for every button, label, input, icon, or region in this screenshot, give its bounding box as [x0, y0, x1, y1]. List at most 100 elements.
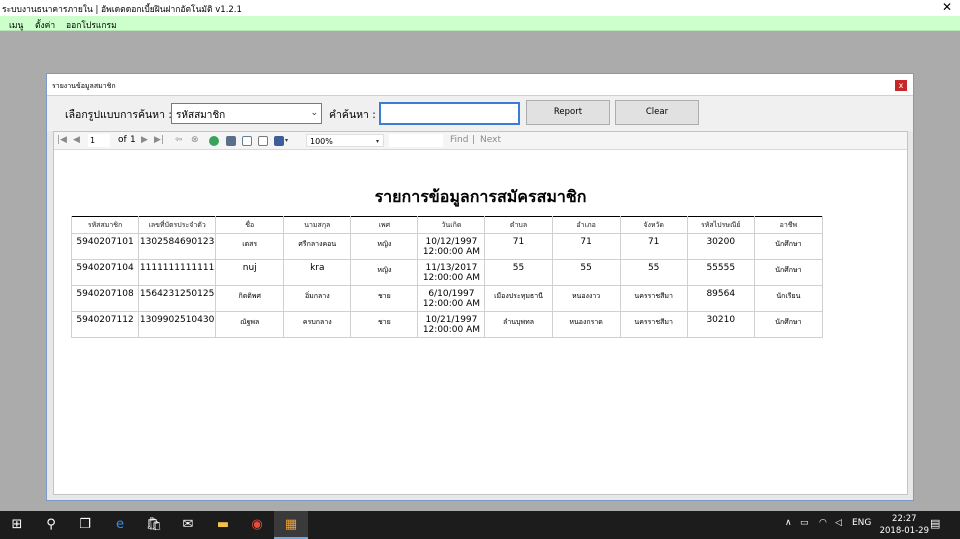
last-page-icon[interactable]: ▶| [154, 135, 164, 146]
of-label: of [118, 135, 127, 145]
system-clock[interactable]: 22:27 2018-01-29 [880, 513, 929, 537]
table-cell: ชาย [350, 311, 419, 338]
table-cell: 1111111111111 [138, 259, 217, 286]
app-taskbar-icon[interactable]: ▦ [274, 511, 308, 539]
report-viewer: |◀ ◀ 1 of 1 ▶ ▶| ⇦ ⊗ ▾ 100% ▾ Find | Nex… [53, 131, 908, 495]
chevron-down-icon: ⌄ [310, 108, 318, 118]
table-column-header: อาชีพ [753, 216, 824, 234]
clock-time: 22:27 [892, 514, 917, 524]
refresh-icon[interactable] [209, 136, 219, 146]
back-icon[interactable]: ⇦ [175, 135, 183, 146]
table-row: 5940207108 1564231250125 กิตติพศ อิ่มกลาง ชา… [70, 285, 824, 312]
table-cell: ลำนบุพทล [484, 311, 553, 338]
table-cell: นักศึกษา [753, 311, 824, 338]
next-link[interactable]: Next [480, 135, 501, 146]
table-column-header: รหัสไปรษณีย์ [686, 216, 755, 234]
app-titlebar: ระบบงานธนาคารภายใน | อัพเดตดอกเบี้ยฝินฝา… [0, 0, 960, 16]
table-cell: หญิง [350, 259, 419, 286]
table-column-header: ชื่อ [215, 216, 285, 234]
stop-icon[interactable]: ⊗ [191, 135, 199, 146]
table-cell: 55 [619, 259, 688, 286]
table-cell: หญิง [350, 233, 419, 260]
table-cell: หนองงาว [551, 285, 621, 312]
page-number-input[interactable]: 1 [88, 134, 110, 147]
table-cell: 1302584690123 [138, 233, 217, 260]
store-icon[interactable]: 🛍 [137, 511, 171, 539]
report-window-title: รายงานข้อมูลสมาชิก [52, 82, 116, 90]
language-indicator[interactable]: ENG [852, 518, 871, 528]
table-cell: 55555 [686, 259, 755, 286]
table-cell: 6/10/1997 12:00:00 AM [417, 285, 486, 312]
search-mode-select[interactable]: รหัสสมาชิก ⌄ [171, 103, 322, 124]
table-cell: เตสร [215, 233, 285, 260]
table-cell: 55 [551, 259, 621, 286]
table-cell: นครราชสีมา [619, 285, 688, 312]
table-row: 5940207104 1111111111111 nuj kra หญิง 11/13/2… [70, 259, 824, 286]
member-report-window: รายงานข้อมูลสมาชิก x เลือกรูปแบบการค้นหา… [46, 73, 914, 501]
export-icon[interactable] [274, 136, 284, 146]
report-window-close-button[interactable]: x [895, 80, 907, 91]
zoom-value: 100% [310, 137, 333, 146]
find-input[interactable] [389, 134, 443, 147]
print-layout-icon[interactable] [242, 136, 252, 146]
table-cell: กิตติพศ [215, 285, 285, 312]
report-viewer-toolbar: |◀ ◀ 1 of 1 ▶ ▶| ⇦ ⊗ ▾ 100% ▾ Find | Nex… [54, 132, 907, 150]
table-cell: 1564231250125 [138, 285, 217, 312]
clear-button[interactable]: Clear [615, 100, 699, 125]
keyword-label: คำค้นหา : [329, 109, 376, 121]
keyword-input[interactable] [379, 102, 520, 125]
menu-bar: เมนู ตั้งค่า ออกโปรแกรม [0, 16, 960, 31]
page-setup-icon[interactable] [258, 136, 268, 146]
table-cell: นักเรียน [753, 285, 824, 312]
table-cell: ครบกลาง [283, 311, 352, 338]
total-pages: 1 [130, 135, 136, 145]
report-button[interactable]: Report [526, 100, 610, 125]
chrome-icon[interactable]: ◉ [240, 511, 274, 539]
search-mode-value: รหัสสมาชิก [176, 110, 226, 121]
search-mode-label: เลือกรูปแบบการค้นหา : [65, 109, 172, 121]
notifications-icon[interactable]: ▤ [930, 517, 940, 530]
table-cell: 5940207112 [70, 311, 140, 338]
previous-page-icon[interactable]: ◀ [73, 135, 80, 146]
search-icon[interactable]: ⚲ [34, 511, 68, 539]
volume-icon[interactable]: ◁ [835, 518, 842, 528]
print-icon[interactable] [226, 136, 236, 146]
export-dropdown-icon[interactable]: ▾ [285, 135, 288, 146]
first-page-icon[interactable]: |◀ [57, 135, 67, 146]
table-cell: kra [283, 259, 352, 286]
wifi-icon[interactable]: ◠ [819, 518, 827, 528]
table-column-header: นามสกุล [283, 216, 352, 234]
table-cell: 71 [484, 233, 553, 260]
clock-date: 2018-01-29 [879, 526, 929, 536]
zoom-select[interactable]: 100% ▾ [306, 134, 384, 147]
table-cell: นครราชสีมา [619, 311, 688, 338]
mail-icon[interactable]: ✉ [171, 511, 205, 539]
windows-start-icon[interactable]: ⊞ [0, 511, 34, 539]
toolbar-separator: | [472, 135, 476, 145]
table-cell: 71 [619, 233, 688, 260]
table-column-header: เลขที่บัตรประจำตัว [138, 216, 217, 234]
table-cell: อิ่มกลาง [283, 285, 352, 312]
table-cell: 71 [551, 233, 621, 260]
report-window-titlebar: รายงานข้อมูลสมาชิก x [47, 74, 913, 96]
table-column-header: ตำบล [484, 216, 553, 234]
table-header-row: รหัสสมาชิก เลขที่บัตรประจำตัว ชื่อ นามสกุลเ… [70, 216, 824, 234]
file-explorer-icon[interactable]: ▬ [206, 511, 240, 539]
next-page-icon[interactable]: ▶ [141, 135, 148, 146]
table-cell: นักศึกษา [753, 233, 824, 260]
battery-icon[interactable]: ▭ [800, 518, 809, 528]
window-close-button[interactable]: ✕ [940, 0, 954, 14]
menu-item-settings[interactable]: ตั้งค่า [35, 18, 55, 32]
table-cell: nuj [215, 259, 285, 286]
table-cell: 55 [484, 259, 553, 286]
table-cell: 5940207108 [70, 285, 140, 312]
edge-browser-icon[interactable]: e [103, 511, 137, 539]
menu-item-exit[interactable]: ออกโปรแกรม [66, 18, 117, 32]
table-column-header: อำเภอ [551, 216, 621, 234]
tray-chevron-icon[interactable]: ∧ [785, 518, 792, 528]
zoom-dropdown-icon: ▾ [375, 138, 379, 145]
table-cell: 11/13/2017 12:00:00 AM [417, 259, 486, 286]
menu-item-main[interactable]: เมนู [9, 18, 23, 32]
task-view-icon[interactable]: ❐ [68, 511, 102, 539]
find-link[interactable]: Find [450, 135, 468, 146]
